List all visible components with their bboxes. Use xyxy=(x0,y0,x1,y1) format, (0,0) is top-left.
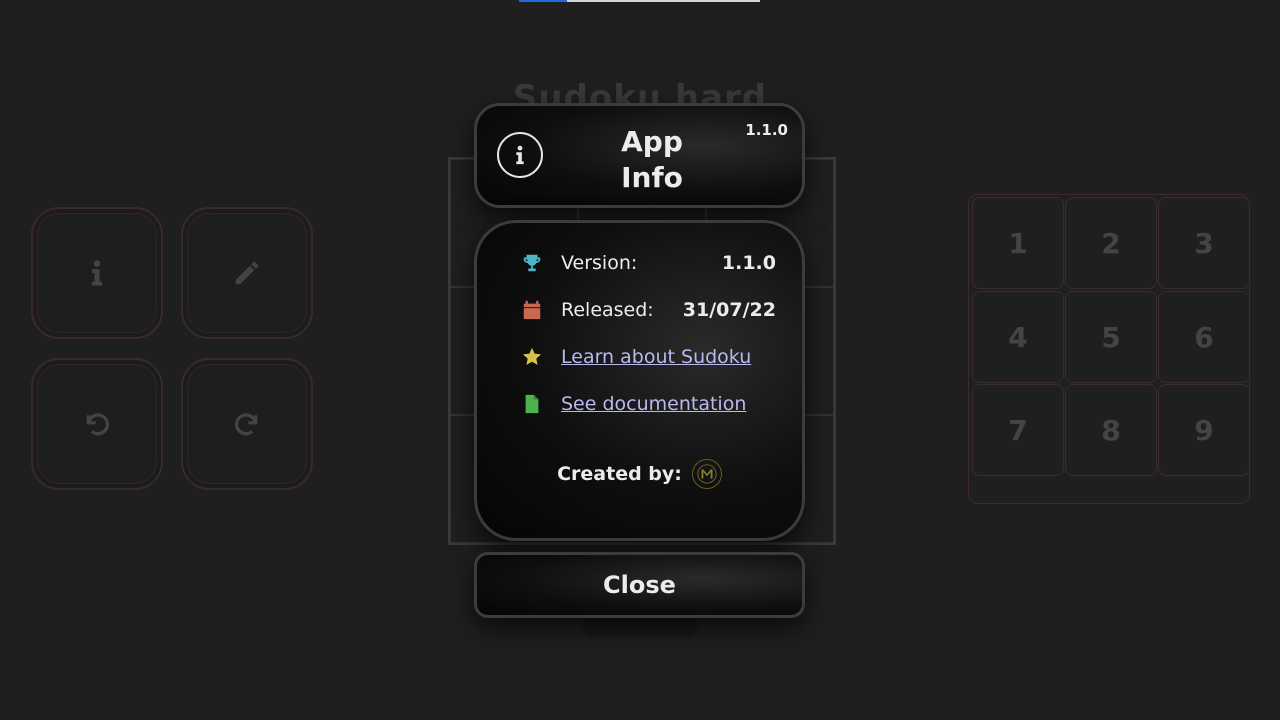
number-key-8[interactable]: 8 xyxy=(1065,384,1157,476)
created-by-row: Created by: xyxy=(477,459,802,489)
version-value: 1.1.0 xyxy=(721,252,776,274)
modal-header: App Info 1.1.0 xyxy=(474,103,805,208)
info-button[interactable] xyxy=(31,207,163,339)
redo-icon xyxy=(235,413,258,436)
version-row: Version: 1.1.0 xyxy=(519,250,776,276)
info-icon xyxy=(497,132,543,178)
version-badge: 1.1.0 xyxy=(745,121,788,139)
number-key-3[interactable]: 3 xyxy=(1158,197,1250,289)
number-key-4[interactable]: 4 xyxy=(972,291,1064,383)
author-logo[interactable] xyxy=(691,459,722,489)
released-label: Released: xyxy=(561,299,654,321)
calendar-icon xyxy=(519,299,545,321)
document-icon xyxy=(519,393,545,415)
undo-icon xyxy=(86,413,109,436)
released-value: 31/07/22 xyxy=(682,299,776,321)
trophy-icon xyxy=(519,252,545,274)
number-key-1[interactable]: 1 xyxy=(972,197,1064,289)
modal-body: Version: 1.1.0 Released: 31/07/22 Learn … xyxy=(474,220,805,541)
info-icon xyxy=(92,260,102,286)
modal-title: App Info xyxy=(621,125,683,194)
close-button[interactable]: Close xyxy=(474,552,805,618)
progress-bar xyxy=(519,0,760,2)
docs-row: See documentation xyxy=(519,391,776,417)
version-label: Version: xyxy=(561,252,638,274)
created-by-label: Created by: xyxy=(557,463,682,485)
number-pad: 1 2 3 4 5 6 7 8 9 xyxy=(968,194,1250,504)
number-key-2[interactable]: 2 xyxy=(1065,197,1157,289)
released-row: Released: 31/07/22 xyxy=(519,297,776,323)
number-key-7[interactable]: 7 xyxy=(972,384,1064,476)
number-key-5[interactable]: 5 xyxy=(1065,291,1157,383)
number-key-9[interactable]: 9 xyxy=(1158,384,1250,476)
star-icon xyxy=(519,346,545,368)
undo-button[interactable] xyxy=(31,358,163,490)
redo-button[interactable] xyxy=(181,358,313,490)
pencil-button[interactable] xyxy=(181,207,313,339)
pencil-icon xyxy=(235,261,259,285)
see-documentation-link[interactable]: See documentation xyxy=(561,393,746,415)
progress-fill xyxy=(519,0,568,2)
learn-about-sudoku-link[interactable]: Learn about Sudoku xyxy=(561,346,751,368)
learn-row: Learn about Sudoku xyxy=(519,344,776,370)
number-key-6[interactable]: 6 xyxy=(1158,291,1250,383)
